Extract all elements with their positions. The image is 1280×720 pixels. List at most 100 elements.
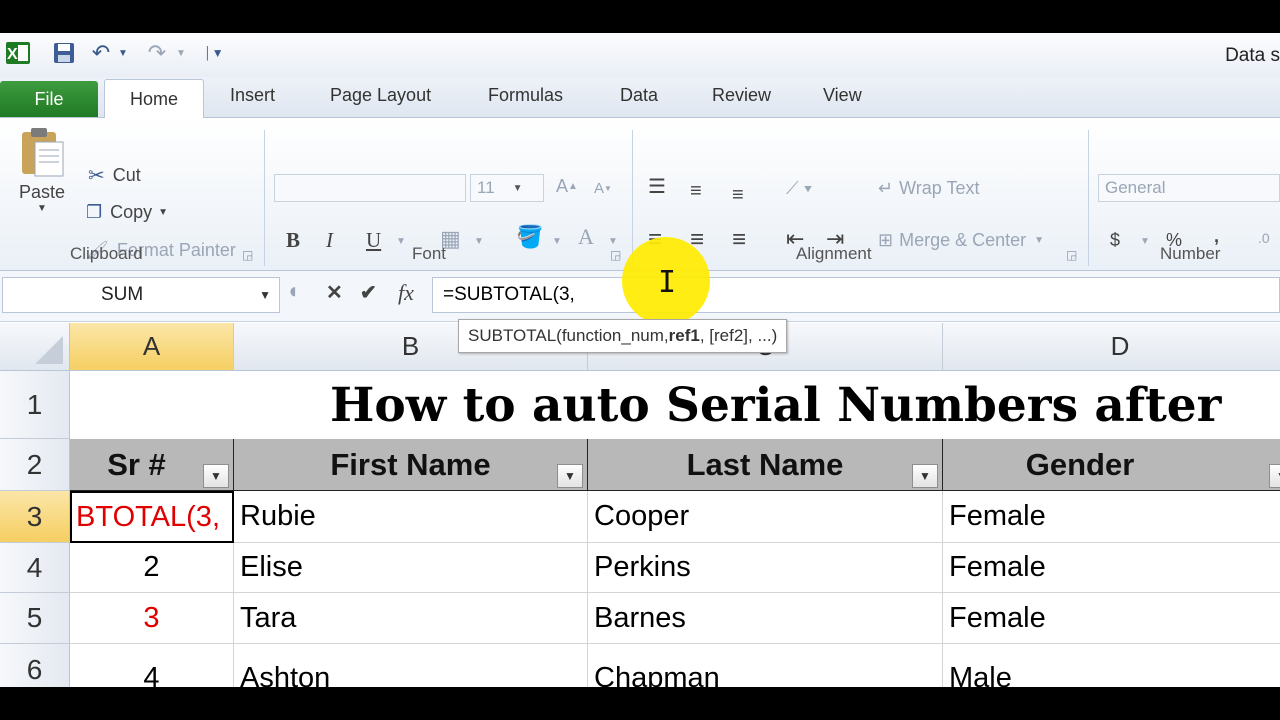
font-color-dropdown-icon[interactable]: ▼ [608, 236, 618, 247]
cell-gender[interactable]: Male [943, 644, 1280, 687]
cell-serial[interactable]: 4 [70, 644, 234, 687]
formula-input[interactable]: =SUBTOTAL(3, [432, 277, 1280, 313]
number-format-value: General [1105, 178, 1166, 197]
font-name-combo[interactable] [274, 174, 466, 202]
align-middle-icon[interactable]: ≡ [690, 180, 702, 203]
column-header-d[interactable]: D [943, 323, 1280, 371]
customize-qat-icon[interactable]: │▼ [204, 39, 224, 67]
enter-icon[interactable]: ✔ [360, 280, 377, 305]
cell-first-name[interactable]: Rubie [234, 491, 588, 543]
excel-window: X ↶ ▼ ↷ ▼ │▼ Data s File Home Insert Pag… [0, 33, 1280, 687]
currency-dropdown-icon[interactable]: ▼ [1140, 236, 1150, 247]
excel-logo-icon[interactable]: X [4, 39, 32, 67]
cell-last-name[interactable]: Cooper [588, 491, 943, 543]
insert-function-icon[interactable]: fx [398, 280, 414, 306]
redo-icon[interactable]: ↷ [144, 39, 170, 67]
filter-dropdown-icon[interactable]: ▼ [1269, 464, 1280, 488]
filter-dropdown-icon[interactable]: ▼ [203, 464, 229, 488]
tab-home[interactable]: Home [104, 79, 204, 118]
header-cell-last-name[interactable]: Last Name ▼ [588, 439, 943, 491]
name-box-value: SUM [101, 284, 144, 305]
shrink-font-icon[interactable]: A ▼ [594, 180, 612, 197]
tab-data[interactable]: Data [620, 85, 658, 106]
tab-review[interactable]: Review [712, 85, 771, 106]
sheet-title-cell[interactable]: How to auto Serial Numbers after [70, 371, 1280, 439]
row-header-2[interactable]: 2 [0, 439, 70, 491]
ribbon-separator [264, 130, 265, 266]
filter-dropdown-icon[interactable]: ▼ [557, 464, 583, 488]
ribbon-separator [632, 130, 633, 266]
paste-button[interactable]: Paste ▼ [14, 126, 70, 226]
active-cell-a3[interactable]: BTOTAL(3, [70, 491, 234, 543]
currency-button[interactable]: $ [1110, 230, 1120, 251]
align-bottom-icon[interactable]: ≡ [732, 184, 744, 207]
cell-serial[interactable]: 3 [70, 593, 234, 644]
font-size-dropdown-icon: ▼ [512, 182, 523, 194]
underline-button[interactable]: U [366, 228, 381, 253]
cell-serial[interactable]: 2 [70, 543, 234, 593]
font-size-combo[interactable]: 11 ▼ [470, 174, 544, 202]
cut-button[interactable]: ✂ Cut [88, 163, 141, 188]
bold-button[interactable]: B [286, 228, 300, 253]
cell-gender[interactable]: Female [943, 593, 1280, 644]
font-launcher-icon[interactable]: ◲ [610, 248, 621, 262]
align-top-icon[interactable]: ☰ [648, 174, 666, 199]
cell-last-name[interactable]: Perkins [588, 543, 943, 593]
align-right-icon[interactable]: ≡ [732, 226, 746, 254]
cell-first-name[interactable]: Ashton [234, 644, 588, 687]
clipboard-launcher-icon[interactable]: ◲ [242, 248, 253, 262]
cell-first-name[interactable]: Tara [234, 593, 588, 644]
tab-page-layout[interactable]: Page Layout [330, 85, 431, 106]
orientation-icon[interactable]: ⟋ ▾ [786, 178, 812, 199]
undo-dropdown-icon[interactable]: ▼ [116, 39, 130, 67]
row-header-4[interactable]: 4 [0, 543, 70, 593]
ribbon-separator [1088, 130, 1089, 266]
tab-insert[interactable]: Insert [230, 85, 275, 106]
cell-last-name[interactable]: Chapman [588, 644, 943, 687]
borders-dropdown-icon[interactable]: ▼ [474, 236, 484, 247]
alignment-launcher-icon[interactable]: ◲ [1066, 248, 1077, 262]
grow-font-icon[interactable]: A ▲ [556, 176, 578, 197]
header-cell-gender[interactable]: Gender ▼ [943, 439, 1280, 491]
number-format-combo[interactable]: General [1098, 174, 1280, 202]
cell-edit-text: BTOTAL(3, [76, 500, 220, 533]
row-header-6[interactable]: 6 [0, 644, 70, 687]
tab-view[interactable]: View [823, 85, 862, 106]
header-cell-first-name[interactable]: First Name ▼ [234, 439, 588, 491]
header-cell-sr[interactable]: Sr # ▼ [70, 439, 234, 491]
paste-dropdown-icon: ▼ [37, 203, 47, 214]
save-icon[interactable] [50, 39, 78, 67]
underline-dropdown-icon[interactable]: ▼ [396, 236, 406, 247]
column-header-a[interactable]: A [70, 323, 234, 371]
merge-dropdown-icon: ▼ [1034, 235, 1045, 246]
tab-file[interactable]: File [0, 81, 98, 117]
cell-last-name[interactable]: Barnes [588, 593, 943, 644]
merge-center-button[interactable]: ⊞ Merge & Center ▼ [878, 230, 1044, 251]
row-header-5[interactable]: 5 [0, 593, 70, 644]
filter-dropdown-icon[interactable]: ▼ [912, 464, 938, 488]
row-header-3[interactable]: 3 [0, 491, 70, 543]
redo-dropdown-icon[interactable]: ▼ [174, 39, 188, 67]
name-box-dropdown-icon[interactable]: ▼ [259, 288, 271, 302]
font-size-value: 11 [477, 178, 495, 197]
font-color-icon[interactable]: A [578, 224, 594, 250]
select-all-button[interactable] [0, 323, 70, 371]
formula-bar-divider-icon[interactable]: ◖ [286, 278, 299, 304]
wrap-text-button[interactable]: ↵ Wrap Text [878, 178, 979, 199]
paste-icon [22, 128, 64, 177]
cancel-icon[interactable]: ✕ [326, 280, 343, 305]
copy-button[interactable]: ❐ Copy ▼ [86, 202, 168, 223]
italic-button[interactable]: I [326, 228, 333, 253]
undo-icon[interactable]: ↶ [88, 39, 114, 67]
name-box[interactable]: SUM ▼ [2, 277, 280, 313]
row-header-1[interactable]: 1 [0, 371, 70, 439]
fill-color-icon[interactable]: 🪣 [516, 224, 543, 250]
cell-first-name[interactable]: Elise [234, 543, 588, 593]
cell-gender[interactable]: Female [943, 491, 1280, 543]
header-label: Gender [1025, 446, 1135, 482]
cell-gender[interactable]: Female [943, 543, 1280, 593]
tab-formulas[interactable]: Formulas [488, 85, 563, 106]
copy-dropdown-icon[interactable]: ▼ [158, 207, 168, 218]
fill-color-dropdown-icon[interactable]: ▼ [552, 236, 562, 247]
increase-decimal-icon[interactable]: .0 [1258, 230, 1270, 246]
